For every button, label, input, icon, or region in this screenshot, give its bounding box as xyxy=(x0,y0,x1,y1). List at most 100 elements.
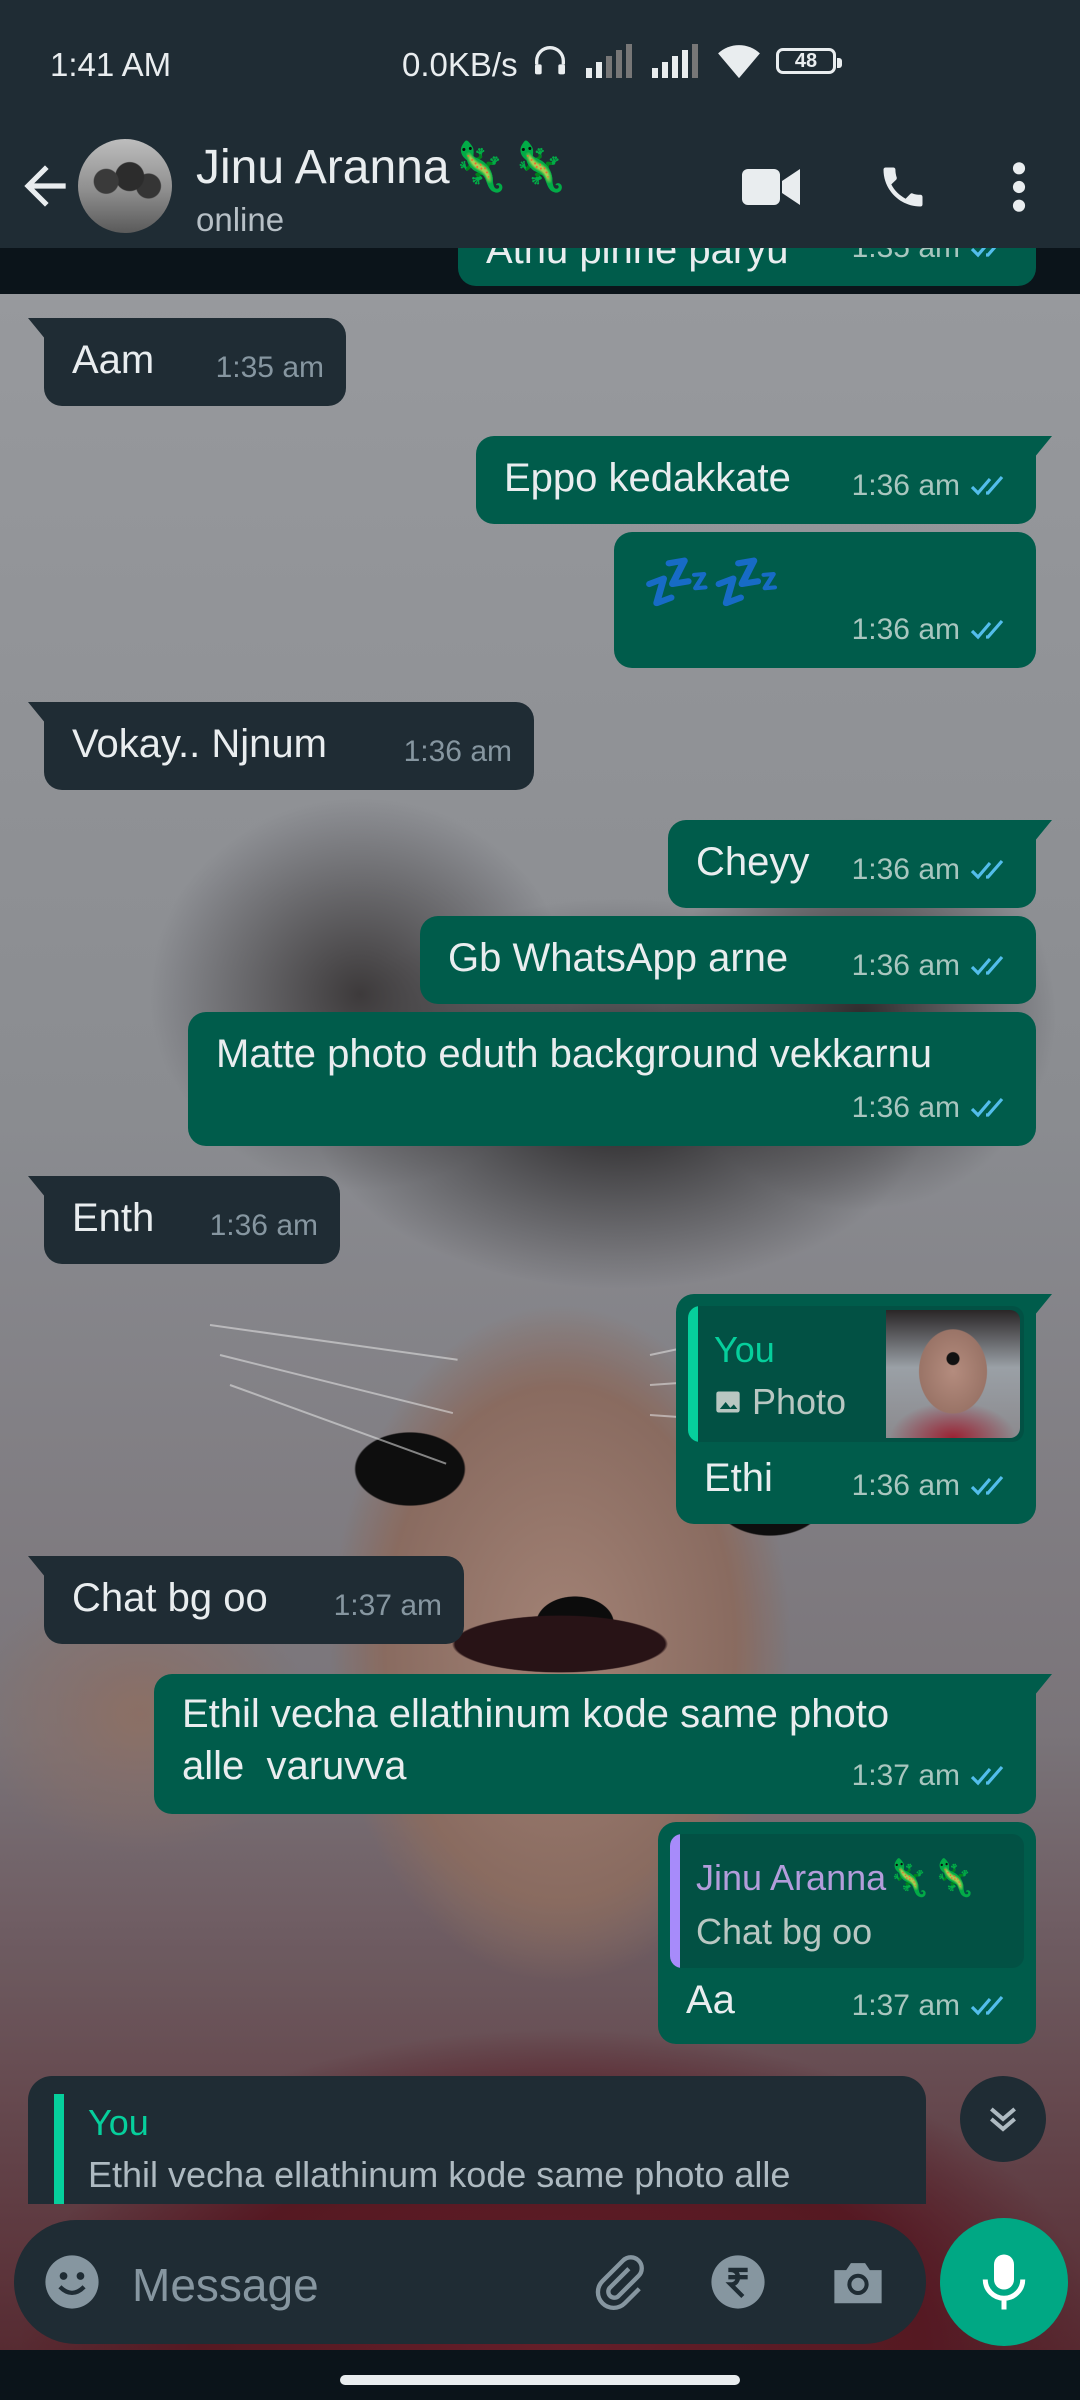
message-time: 1:36 am xyxy=(851,469,960,502)
headphones-icon xyxy=(535,46,565,75)
message-outgoing[interactable]: Gb WhatsApp arne 1:36 am xyxy=(420,916,1036,1004)
message-meta: 1:36 am xyxy=(852,940,1014,992)
message-text: Enth xyxy=(72,1196,155,1240)
rupee-icon xyxy=(711,2255,765,2309)
emoji-icon xyxy=(45,2255,99,2309)
payment-button[interactable] xyxy=(706,2250,770,2314)
message-outgoing-reply[interactable]: Jinu Aranna🦎🦎 Chat bg oo Aa 1:37 am xyxy=(658,1822,1036,2044)
double-check-icon xyxy=(970,475,1004,496)
chat-header: Jinu Aranna🦎🦎 online xyxy=(0,124,1080,248)
attach-button[interactable] xyxy=(586,2250,650,2314)
image-icon xyxy=(716,1391,740,1413)
quote-thumbnail xyxy=(886,1310,1020,1438)
double-check-icon xyxy=(970,955,1004,976)
quote-author: You xyxy=(714,1329,775,1370)
message-meta: 1:37 am xyxy=(852,1980,1014,2032)
video-call-button[interactable] xyxy=(736,152,806,222)
double-check-icon xyxy=(970,619,1004,640)
camera-button[interactable] xyxy=(826,2250,890,2314)
quote-author: Jinu Aranna🦎🦎 xyxy=(696,1857,976,1898)
quote-bar xyxy=(670,1834,680,1968)
reply-preview-author: You xyxy=(88,2102,149,2143)
message-text: Cheyy xyxy=(696,840,810,884)
contact-info[interactable]: Jinu Aranna🦎🦎 online xyxy=(196,138,569,239)
message-outgoing[interactable]: Ethil vecha ellathinum kode same photo a… xyxy=(154,1674,1052,1814)
battery-icon: 48 xyxy=(776,48,842,74)
message-text: Vokay.. Njnum xyxy=(72,722,327,766)
message-text-line1: Ethil vecha ellathinum kode same photo xyxy=(182,1692,890,1736)
message-composer: Message xyxy=(14,2220,926,2344)
message-incoming[interactable]: Enth 1:36 am xyxy=(28,1176,340,1264)
reply-preview-bar xyxy=(54,2094,64,2204)
message-input[interactable]: Message xyxy=(132,2258,319,2312)
message-meta: 1:36 am xyxy=(404,726,512,778)
double-check-icon xyxy=(970,1995,1004,2016)
contact-name: Jinu Aranna🦎🦎 xyxy=(196,141,570,194)
message-text: Chat bg oo xyxy=(72,1576,268,1620)
mic-icon xyxy=(982,2254,1026,2310)
message-meta: 1:36 am xyxy=(852,460,1014,512)
message-text: Ethi xyxy=(704,1456,773,1500)
quote-bar xyxy=(688,1306,698,1442)
quote-type: Photo xyxy=(714,1376,846,1428)
signal-icon-2 xyxy=(652,44,698,78)
message-outgoing[interactable]: 💤💤 1:36 am xyxy=(614,532,1036,668)
status-bar: 1:41 AM 0.0KB/s 48 xyxy=(0,0,1080,124)
quoted-message[interactable]: Jinu Aranna🦎🦎 Chat bg oo xyxy=(670,1834,1024,1968)
reply-preview[interactable]: You Ethil vecha ellathinum kode same pho… xyxy=(28,2076,926,2204)
quote-text: Chat bg oo xyxy=(696,1911,873,1952)
message-incoming[interactable]: Vokay.. Njnum 1:36 am xyxy=(28,702,534,790)
message-time: 1:36 am xyxy=(851,949,960,982)
camera-icon xyxy=(834,2263,882,2304)
message-outgoing[interactable]: Matte photo eduth background vekkarnu 1:… xyxy=(188,1012,1036,1146)
message-outgoing[interactable]: Cheyy 1:36 am xyxy=(668,820,1052,908)
emoji-button[interactable] xyxy=(40,2250,104,2314)
quote-type-label: Photo xyxy=(752,1381,847,1422)
voice-call-button[interactable] xyxy=(868,152,938,222)
message-text: Matte photo eduth background vekkarnu xyxy=(216,1032,933,1076)
message-time: 1:36 am xyxy=(851,853,960,886)
message-text: Gb WhatsApp arne xyxy=(448,936,789,980)
message-text: Aam xyxy=(72,338,155,382)
message-meta: 1:36 am xyxy=(210,1200,318,1252)
back-button[interactable] xyxy=(14,150,76,222)
double-check-icon xyxy=(970,1765,1004,1786)
message-time: 1:36 am xyxy=(851,1469,960,1502)
message-time: 1:36 am xyxy=(851,613,960,646)
message-meta: 1:36 am xyxy=(852,844,1014,896)
message-meta: 1:37 am xyxy=(852,1750,1014,1802)
double-check-icon xyxy=(970,1475,1004,1496)
message-time: 1:37 am xyxy=(851,1989,960,2022)
video-call-icon xyxy=(742,169,800,205)
message-meta: 1:37 am xyxy=(334,1580,442,1632)
message-outgoing[interactable]: Eppo kedakkate 1:36 am xyxy=(476,436,1052,524)
arrow-left-icon xyxy=(24,165,66,207)
contact-avatar[interactable] xyxy=(78,139,172,233)
status-time: 1:41 AM xyxy=(50,46,172,83)
message-time: 1:36 am xyxy=(209,1209,318,1242)
wifi-icon xyxy=(718,45,760,79)
voice-record-button[interactable] xyxy=(940,2218,1068,2346)
message-incoming[interactable]: Aam 1:35 am xyxy=(28,318,346,406)
more-options-button[interactable] xyxy=(984,152,1054,222)
home-gesture-handle[interactable] xyxy=(340,2375,740,2385)
more-vert-icon xyxy=(1012,162,1026,212)
message-outgoing-reply[interactable]: You Photo Ethi 1:36 am xyxy=(676,1294,1052,1524)
paperclip-icon xyxy=(595,2255,644,2311)
signal-icon xyxy=(586,44,632,78)
phone-icon xyxy=(883,167,923,207)
message-time: 1:37 am xyxy=(851,1759,960,1792)
double-check-icon xyxy=(970,859,1004,880)
message-time: 1:36 am xyxy=(851,1091,960,1124)
message-incoming[interactable]: Chat bg oo 1:37 am xyxy=(28,1556,464,1644)
message-text: 💤💤 xyxy=(642,550,782,613)
message-time: 1:36 am xyxy=(403,735,512,768)
status-icons: 48 xyxy=(530,38,842,84)
quoted-message[interactable]: You Photo xyxy=(688,1306,1024,1442)
message-text-line2: alle varuvva xyxy=(182,1744,407,1788)
message-meta: 1:36 am xyxy=(852,604,1014,656)
scroll-to-bottom-button[interactable] xyxy=(960,2076,1046,2162)
message-text: Aa xyxy=(686,1978,735,2022)
reply-preview-text: Ethil vecha ellathinum kode same photo a… xyxy=(88,2154,791,2195)
chevron-double-down-icon xyxy=(990,2107,1016,2132)
